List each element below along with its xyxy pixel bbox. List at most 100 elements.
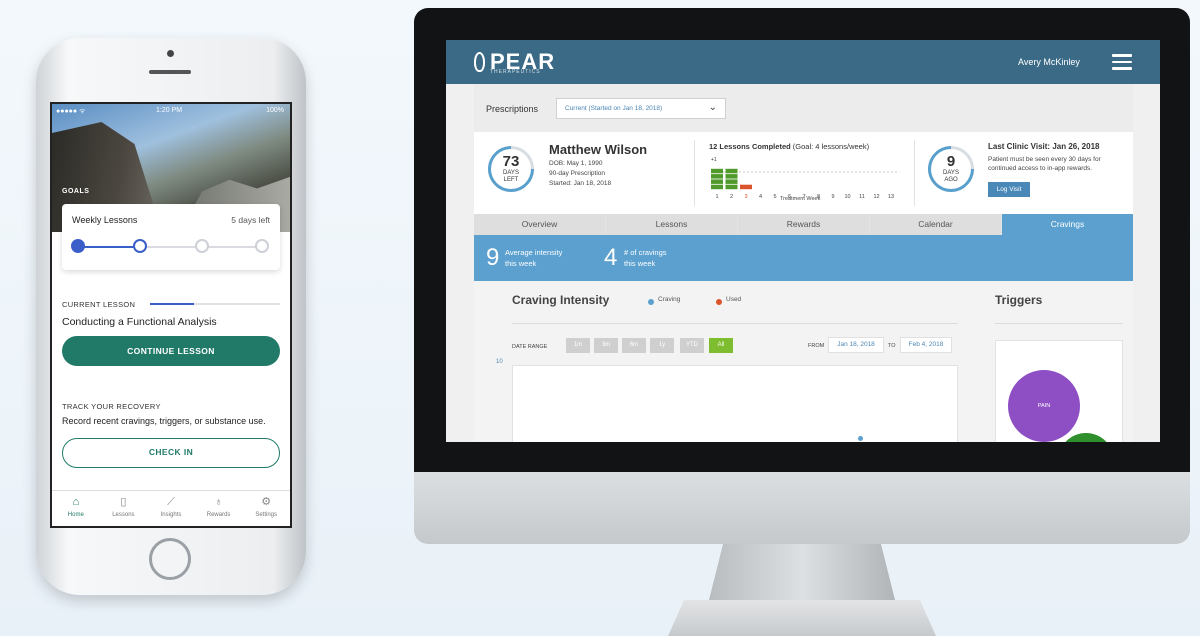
range-6m[interactable]: 6m — [622, 338, 646, 353]
range-3m[interactable]: 3m — [594, 338, 618, 353]
logo-subtext: THERAPEUTICS — [490, 69, 541, 75]
track-recovery-desc: Record recent cravings, triggers, or sub… — [62, 416, 266, 426]
lesson-week-tick: 10 — [844, 194, 850, 200]
prescription-select[interactable]: Current (Started on Jan 18, 2018) ⌄ — [556, 98, 726, 119]
tab-insights-label: Insights — [160, 512, 182, 518]
tab-home-label: Home — [67, 512, 84, 518]
carrier-signal: ●●●●● ᯤ — [56, 108, 86, 115]
tab-rewards[interactable]: Rewards — [738, 214, 869, 235]
gear-icon: ⚙ — [261, 496, 272, 508]
days-left-label: DAYS LEFT — [488, 170, 534, 184]
lessons-completed-count: 12 Lessons Completed — [709, 142, 791, 151]
check-in-button[interactable]: CHECK IN — [62, 438, 280, 468]
lesson-bar-week-2 — [725, 168, 738, 174]
craving-section: Craving Intensity Craving Used DATE RANG… — [474, 281, 1133, 442]
current-lesson-label: CURRENT LESSON — [62, 300, 136, 309]
from-label: FROM — [808, 343, 825, 349]
book-icon: ▯ — [120, 496, 127, 508]
tab-calendar[interactable]: Calendar — [870, 214, 1001, 235]
to-label: TO — [888, 343, 896, 349]
lesson-week-tick: 5 — [773, 194, 776, 200]
current-lesson-title: Conducting a Functional Analysis — [62, 316, 217, 328]
goal-title: Weekly Lessons — [72, 215, 138, 225]
trigger-bubble-other[interactable] — [1058, 433, 1114, 442]
phone-home-button[interactable] — [149, 538, 191, 580]
goals-label: GOALS — [62, 188, 90, 195]
lesson-progress-fill — [150, 303, 195, 305]
legend-craving-dot — [648, 299, 654, 305]
avg-intensity-label-2: this week — [505, 259, 537, 268]
hamburger-menu-icon[interactable] — [1112, 54, 1132, 70]
legend-craving: Craving — [658, 296, 681, 303]
tab-lessons[interactable]: ▯ Lessons — [100, 491, 148, 526]
tab-rewards-label: Rewards — [206, 512, 231, 518]
lesson-progress-bar — [150, 303, 280, 305]
days-ago-label-1: DAYS — [943, 170, 959, 176]
status-bar: ●●●●● ᯤ 1:20 PM 100% — [52, 104, 290, 118]
from-date-input[interactable]: Jan 18, 2018 — [828, 337, 884, 353]
goal-days-left: 5 days left — [231, 215, 270, 225]
craving-plot-area — [512, 365, 958, 442]
tab-lessons-label: Lessons — [112, 512, 135, 518]
tab-cravings[interactable]: Cravings — [1002, 214, 1133, 235]
lessons-completed-title: 12 Lessons Completed (Goal: 4 lessons/we… — [709, 142, 869, 151]
lesson-week-tick: 3 — [744, 194, 747, 200]
phone-speaker — [149, 70, 191, 74]
triggers-title: Triggers — [995, 293, 1043, 307]
to-date-input[interactable]: Feb 4, 2018 — [900, 337, 952, 353]
trigger-bubble-pain[interactable]: PAIN — [1008, 370, 1080, 442]
home-icon: ⌂ — [72, 496, 80, 508]
lesson-week-tick: 9 — [831, 194, 834, 200]
monitor-stand-foot — [668, 600, 936, 636]
lesson-bar-week-1 — [711, 168, 723, 174]
tab-settings-label: Settings — [255, 512, 278, 518]
craving-point — [858, 436, 863, 441]
y-axis-tick: 10 — [496, 359, 503, 365]
craving-count-label-2: this week — [624, 259, 656, 268]
tab-overview[interactable]: Overview — [474, 214, 605, 235]
lesson-bar-week-1 — [711, 179, 723, 184]
award-icon: ♁ — [214, 496, 223, 508]
phone-camera — [167, 50, 174, 57]
range-all[interactable]: All — [709, 338, 733, 353]
days-left-value: 73 — [502, 153, 520, 170]
days-left-label-2: LEFT — [503, 177, 519, 183]
marketing-scene: { "colors": {"brand_teal":"#217a68","acc… — [0, 0, 1200, 636]
goal-track-fill — [78, 246, 140, 248]
lesson-bar-week-2 — [725, 184, 738, 190]
cravings-stats: 9 Average intensity this week 4 # of crav… — [474, 235, 1133, 281]
craving-intensity-title: Craving Intensity — [512, 293, 610, 307]
goal-card[interactable]: Weekly Lessons 5 days left — [62, 204, 280, 270]
range-1m[interactable]: 1m — [566, 338, 590, 353]
tab-settings[interactable]: ⚙ Settings — [242, 491, 290, 526]
tab-home[interactable]: ⌂ Home — [52, 491, 100, 526]
dashboard-panel: Prescriptions Current (Started on Jan 18… — [474, 84, 1133, 442]
craving-count-value: 4 — [604, 244, 618, 271]
prescriptions-label: Prescriptions — [486, 104, 539, 114]
tab-lessons[interactable]: Lessons — [606, 214, 737, 235]
lesson-week-tick: 11 — [859, 194, 865, 200]
log-visit-button[interactable]: Log Visit — [988, 182, 1030, 197]
lesson-week-tick: 4 — [759, 194, 762, 200]
monitor-display: PEAR THERAPEUTICS Avery McKinley Prescri… — [446, 40, 1160, 442]
monitor-stand-neck — [708, 544, 896, 604]
goal-step-2 — [133, 239, 147, 253]
lesson-bar-week-1 — [711, 184, 723, 190]
date-range-label: DATE RANGE — [512, 344, 548, 350]
patient-started: Started: Jan 18, 2018 — [549, 180, 612, 187]
days-ago-label-2: AGO — [944, 177, 958, 183]
pear-logo-icon — [474, 52, 485, 72]
lesson-bar-week-2 — [725, 174, 738, 179]
lesson-bar-week-1 — [711, 174, 723, 179]
range-ytd[interactable]: YTD — [680, 338, 704, 353]
divider — [512, 323, 958, 324]
avg-intensity-label: Average intensity this week — [505, 247, 562, 269]
chart-icon: ⟋ — [167, 496, 175, 508]
user-name[interactable]: Avery McKinley — [1018, 57, 1080, 67]
goal-step-4 — [255, 239, 269, 253]
range-1y[interactable]: 1y — [650, 338, 674, 353]
patient-summary: 73 DAYS LEFT Matthew Wilson DOB: May 1, 1… — [474, 132, 1133, 214]
tab-rewards[interactable]: ♁ Rewards — [195, 491, 243, 526]
continue-lesson-button[interactable]: CONTINUE LESSON — [62, 336, 280, 366]
tab-insights[interactable]: ⟋ Insights — [147, 491, 195, 526]
